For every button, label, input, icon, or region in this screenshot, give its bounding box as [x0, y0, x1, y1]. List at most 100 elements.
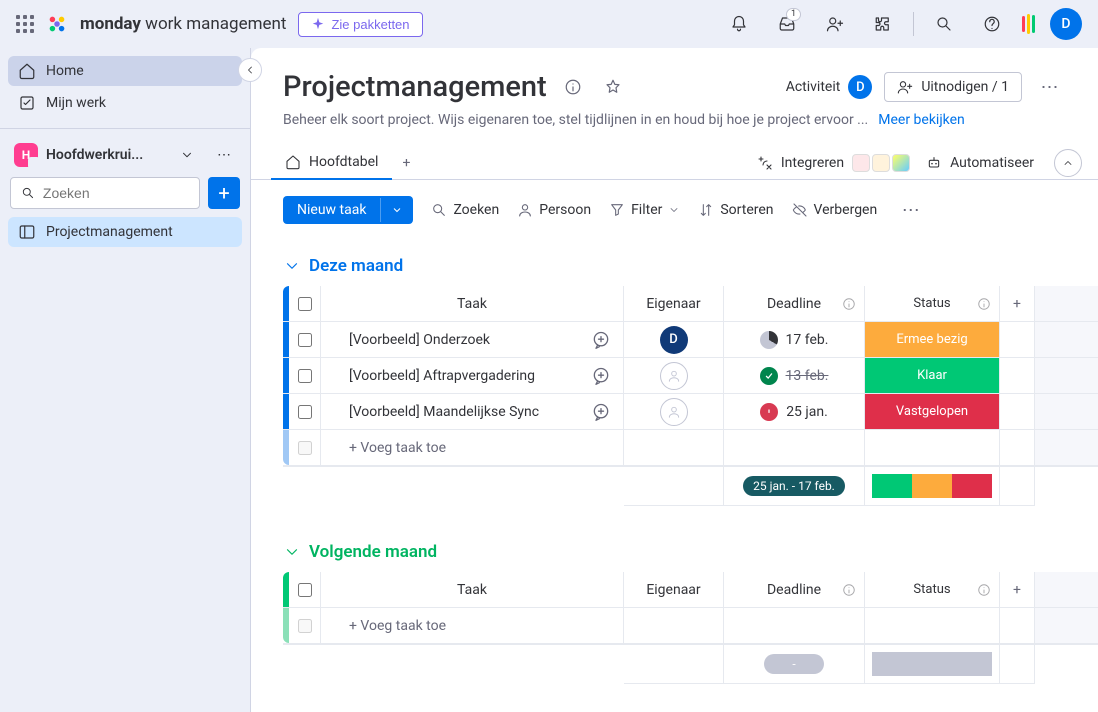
nav-home[interactable]: Home: [8, 56, 242, 86]
select-all-checkbox[interactable]: [289, 572, 321, 607]
apps-grid-icon[interactable]: [16, 15, 34, 33]
board-info-button[interactable]: [559, 73, 587, 101]
sidebar-search[interactable]: [10, 177, 200, 209]
row-checkbox[interactable]: [289, 322, 321, 357]
deadline-cell[interactable]: 17 feb.: [724, 322, 865, 357]
toolbar-hide[interactable]: Verbergen: [792, 202, 878, 218]
invite-members-button[interactable]: [817, 6, 853, 42]
apps-button[interactable]: [865, 6, 901, 42]
activity-button[interactable]: Activiteit D: [786, 75, 873, 99]
sidebar-board-item[interactable]: Projectmanagement: [8, 217, 242, 247]
column-deadline[interactable]: Deadline: [724, 286, 865, 321]
task-name[interactable]: [Voorbeeld] Aftrapvergadering: [349, 368, 587, 384]
column-deadline[interactable]: Deadline: [724, 572, 865, 607]
summary-owner: [624, 645, 724, 684]
nav-mywork-label: Mijn werk: [46, 95, 106, 111]
toolbar-search[interactable]: Zoeken: [431, 202, 499, 218]
search-everything-button[interactable]: [926, 6, 962, 42]
column-task[interactable]: Taak: [321, 572, 624, 607]
tab-main-table[interactable]: Hoofdtabel: [271, 146, 392, 180]
add-column-button[interactable]: +: [1000, 572, 1035, 607]
column-task[interactable]: Taak: [321, 286, 624, 321]
owner-empty-icon: [660, 398, 688, 426]
invite-button[interactable]: Uitnodigen / 1: [884, 72, 1022, 102]
summary-status: [865, 645, 1000, 684]
add-board-button[interactable]: +: [208, 177, 240, 209]
column-status[interactable]: Status: [865, 286, 1000, 321]
workspace-chevron[interactable]: [180, 148, 204, 162]
sidebar-search-input[interactable]: [43, 185, 189, 201]
toolbar-sort[interactable]: Sorteren: [698, 202, 773, 218]
automate-button[interactable]: Automatiseer: [918, 151, 1042, 175]
robot-icon: [926, 155, 942, 171]
deadline-cell[interactable]: 25 jan.: [724, 394, 865, 429]
board-title[interactable]: Projectmanagement: [283, 70, 547, 104]
notifications-button[interactable]: [721, 6, 757, 42]
deadline-cell[interactable]: 13 feb.: [724, 358, 865, 393]
status-cell[interactable]: Klaar: [865, 358, 1000, 393]
collapse-sidebar-button[interactable]: [238, 58, 262, 82]
group-name: Volgende maand: [309, 542, 437, 562]
status-cell[interactable]: Vastgelopen: [865, 394, 1000, 429]
owner-cell[interactable]: [624, 358, 724, 393]
open-conversation-button[interactable]: [587, 326, 615, 354]
owner-cell[interactable]: D: [624, 322, 724, 357]
column-status[interactable]: Status: [865, 572, 1000, 607]
checklist-icon: [18, 94, 36, 112]
add-task-row[interactable]: + Voeg taak toe: [283, 608, 1098, 644]
summary-status: [865, 467, 1000, 506]
open-conversation-button[interactable]: [587, 362, 615, 390]
row-checkbox[interactable]: [289, 394, 321, 429]
info-icon: [842, 297, 856, 311]
group-header[interactable]: Volgende maand: [283, 536, 1098, 572]
main-area: Projectmanagement Activiteit D Uitnod: [251, 48, 1098, 712]
description-more-link[interactable]: Meer bekijken: [878, 112, 965, 128]
owner-cell[interactable]: [624, 394, 724, 429]
workspace-name: Hoofdwerkrui...: [46, 147, 172, 163]
add-conversation-icon: [591, 366, 611, 386]
products-switcher-icon[interactable]: [1022, 15, 1038, 33]
table-row[interactable]: [Voorbeeld] Maandelijkse Sync 25 jan. Va…: [283, 394, 1098, 430]
workspace-more[interactable]: ⋯: [212, 147, 236, 163]
open-conversation-button[interactable]: [587, 398, 615, 426]
sort-icon: [698, 202, 714, 218]
workspace-icon: H: [14, 143, 38, 167]
puzzle-icon: [874, 15, 892, 33]
views-tabs: Hoofdtabel + Integreren Automatiseer: [251, 146, 1098, 180]
toolbar-more[interactable]: ⋯: [895, 194, 927, 226]
help-button[interactable]: [974, 6, 1010, 42]
task-name[interactable]: [Voorbeeld] Onderzoek: [349, 332, 587, 348]
select-all-checkbox[interactable]: [289, 286, 321, 321]
summary-deadline[interactable]: -: [724, 645, 865, 684]
deadline-stuck-icon: [760, 403, 778, 421]
toolbar-filter[interactable]: Filter: [609, 202, 680, 218]
group-header[interactable]: Deze maand: [283, 250, 1098, 286]
integration-preview-icons: [852, 154, 910, 172]
collapse-header-button[interactable]: [1054, 149, 1082, 177]
search-icon: [431, 202, 447, 218]
add-column-button[interactable]: +: [1000, 286, 1035, 321]
summary-owner: [624, 467, 724, 506]
filter-icon: [609, 202, 625, 218]
table-row[interactable]: [Voorbeeld] Onderzoek D 17 feb. Ermee be…: [283, 322, 1098, 358]
favorite-button[interactable]: [599, 73, 627, 101]
add-view-button[interactable]: +: [392, 155, 420, 171]
user-avatar[interactable]: D: [1050, 8, 1082, 40]
task-name[interactable]: [Voorbeeld] Maandelijkse Sync: [349, 404, 587, 420]
nav-mywork[interactable]: Mijn werk: [8, 88, 242, 118]
table-row[interactable]: [Voorbeeld] Aftrapvergadering 13 feb. Kl…: [283, 358, 1098, 394]
see-plans-button[interactable]: Zie pakketten: [298, 12, 422, 37]
board-more-button[interactable]: ⋯: [1034, 71, 1066, 103]
row-checkbox[interactable]: [289, 358, 321, 393]
status-cell[interactable]: Ermee bezig: [865, 322, 1000, 357]
add-task-row[interactable]: + Voeg taak toe: [283, 430, 1098, 466]
toolbar-person[interactable]: Persoon: [517, 202, 591, 218]
column-owner[interactable]: Eigenaar: [624, 286, 724, 321]
integrate-button[interactable]: Integreren: [749, 150, 918, 176]
column-owner[interactable]: Eigenaar: [624, 572, 724, 607]
new-task-dropdown[interactable]: [380, 198, 413, 222]
workspace-selector[interactable]: H Hoofdwerkrui... ⋯: [8, 139, 242, 177]
summary-deadline[interactable]: 25 jan. - 17 feb.: [724, 467, 865, 506]
new-task-button[interactable]: Nieuw taak: [283, 196, 413, 224]
inbox-button[interactable]: 1: [769, 6, 805, 42]
